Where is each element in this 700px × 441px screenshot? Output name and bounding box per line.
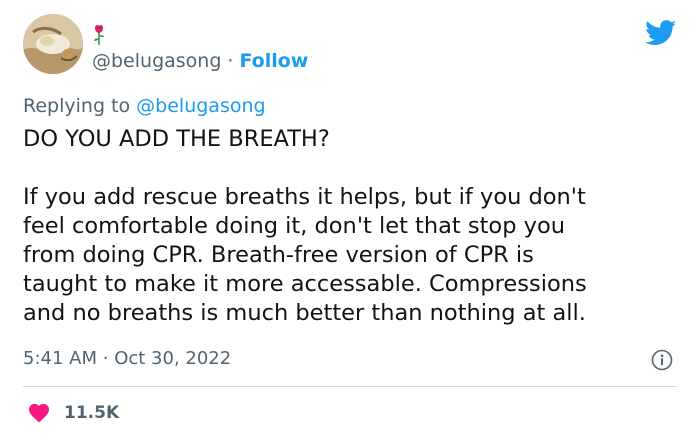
twitter-bird-icon[interactable] bbox=[645, 20, 677, 46]
avatar[interactable] bbox=[23, 14, 83, 74]
follow-button[interactable]: Follow bbox=[239, 50, 308, 72]
tweet-line: feel comfortable doing it, don't let tha… bbox=[23, 213, 565, 239]
tweet-timestamp[interactable]: 5:41 AM · Oct 30, 2022 bbox=[23, 348, 231, 369]
tweet-card: @belugasong · Follow Replying to @beluga… bbox=[0, 0, 700, 441]
author-handle[interactable]: @belugasong bbox=[92, 50, 221, 72]
tweet-line: DO YOU ADD THE BREATH? bbox=[23, 126, 330, 152]
divider bbox=[23, 386, 677, 387]
like-count: 11.5K bbox=[64, 403, 120, 423]
replying-prefix: Replying to bbox=[23, 95, 131, 117]
tweet-line: taught to make it more accessable. Compr… bbox=[23, 271, 587, 297]
tweet-line: and no breaths is much better than nothi… bbox=[23, 300, 586, 326]
avatar-image bbox=[23, 14, 83, 74]
like-button[interactable]: 11.5K bbox=[28, 400, 119, 426]
separator-dot: · bbox=[102, 348, 109, 369]
tweet-time: 5:41 AM bbox=[23, 348, 97, 369]
separator-dot: · bbox=[227, 50, 234, 72]
reply-mention-link[interactable]: @belugasong bbox=[136, 95, 265, 117]
replying-to: Replying to @belugasong bbox=[23, 95, 266, 117]
heart-icon bbox=[29, 403, 49, 423]
tweet-line: If you add rescue breaths it helps, but … bbox=[23, 184, 586, 210]
info-icon[interactable] bbox=[651, 349, 673, 371]
tweet-date: Oct 30, 2022 bbox=[114, 348, 232, 369]
tweet-text: DO YOU ADD THE BREATH? If you add rescue… bbox=[23, 125, 683, 328]
rose-icon bbox=[94, 24, 104, 45]
author-line: @belugasong · Follow bbox=[92, 48, 308, 74]
tweet-line: from doing CPR. Breath-free version of C… bbox=[23, 242, 534, 268]
